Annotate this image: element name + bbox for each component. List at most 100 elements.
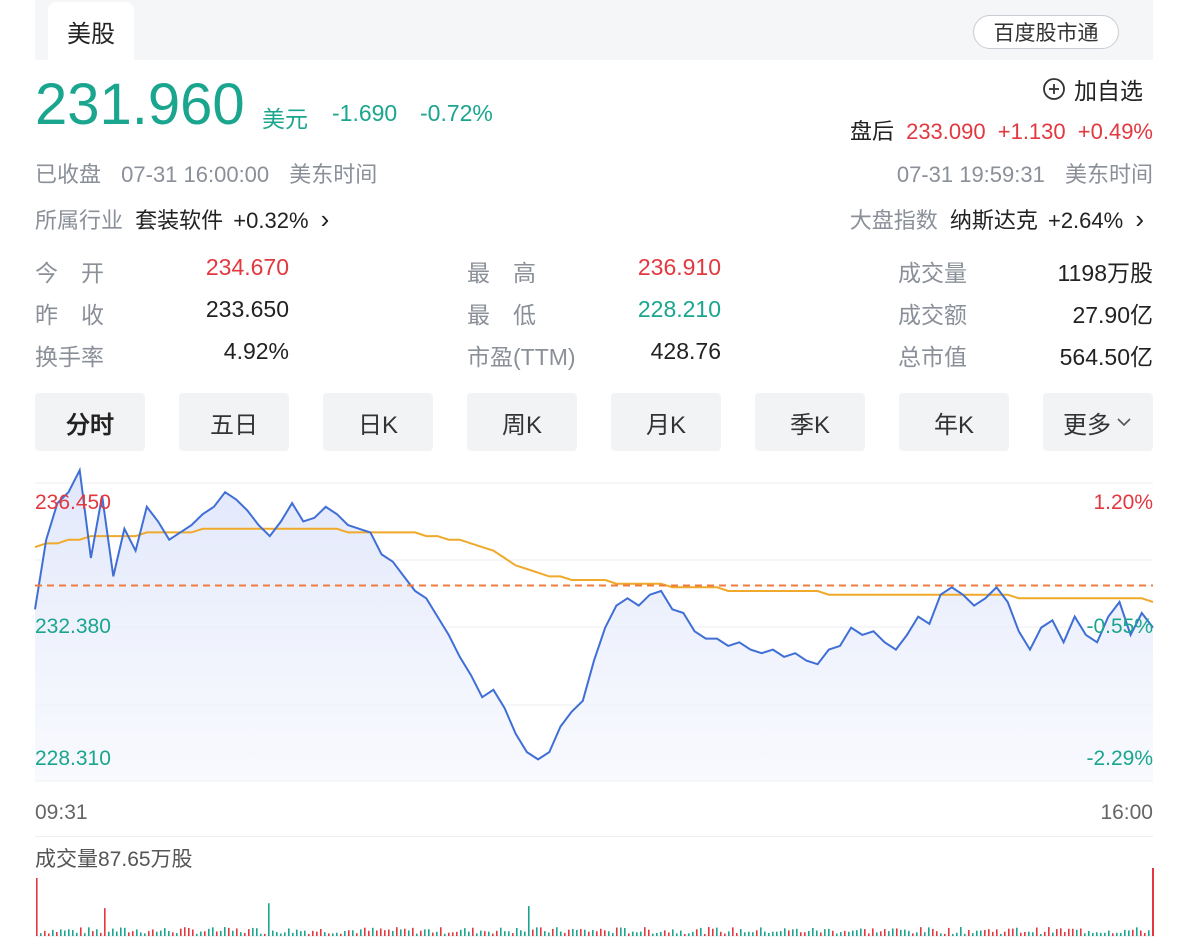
baidu-stock-button[interactable]: 百度股市通 <box>973 15 1119 49</box>
volume-bar <box>36 878 38 936</box>
volume-bar <box>484 931 486 936</box>
tab-yearly-k[interactable]: 年K <box>899 393 1009 451</box>
volume-bar <box>596 931 598 936</box>
tab-daily-k[interactable]: 日K <box>323 393 433 451</box>
volume-bar <box>316 931 318 936</box>
market-tab-us[interactable]: 美股 <box>48 2 134 60</box>
volume-bar <box>1084 933 1086 936</box>
volume-bar <box>964 933 966 936</box>
after-hours-change: +1.130 <box>997 119 1066 144</box>
volume-bar <box>648 929 650 936</box>
volume-bar <box>816 930 818 936</box>
volume-bar <box>1056 929 1058 936</box>
volume-bar <box>856 930 858 936</box>
volume-bar <box>60 929 62 936</box>
volume-bar <box>196 933 198 936</box>
volume-bar <box>792 929 794 936</box>
volume-bar <box>268 903 270 936</box>
volume-bar <box>1148 930 1150 936</box>
volume-bar <box>276 932 278 936</box>
volume-bar <box>1024 931 1026 936</box>
volume-bar <box>548 932 550 936</box>
volume-bar <box>896 928 898 936</box>
volume-bar <box>820 932 822 936</box>
tab-more-label: 更多 <box>1063 411 1111 439</box>
volume-bar <box>1152 868 1154 936</box>
index-link[interactable]: 大盘指数 纳斯达克 +2.64% › <box>850 203 1144 235</box>
volume-bar <box>372 927 374 936</box>
volume-bar <box>900 929 902 936</box>
volume-bar <box>92 931 94 936</box>
volume-bar <box>832 930 834 936</box>
tab-quarterly-k[interactable]: 季K <box>755 393 865 451</box>
add-watchlist-button[interactable]: 加自选 <box>1042 72 1143 106</box>
volume-bar <box>144 933 146 936</box>
volume-bar <box>1104 932 1106 936</box>
tab-monthly-k[interactable]: 月K <box>611 393 721 451</box>
industry-link[interactable]: 所属行业 套装软件 +0.32% › <box>35 203 329 235</box>
volume-bar <box>804 932 806 936</box>
volume-bar <box>516 928 518 936</box>
volume-bar <box>216 931 218 936</box>
volume-bar <box>680 930 682 936</box>
volume-bar <box>504 931 506 936</box>
x-label-start: 09:31 <box>35 801 88 824</box>
volume-bar <box>292 932 294 936</box>
volume-bar <box>452 932 454 936</box>
tab-weekly-k[interactable]: 周K <box>467 393 577 451</box>
intraday-chart[interactable]: 236.450 232.380 228.310 1.20% -0.55% -2.… <box>0 465 1202 825</box>
volume-bar <box>812 927 814 936</box>
volume-bar <box>88 927 90 936</box>
tab-five-day[interactable]: 五日 <box>179 393 289 451</box>
volume-bar <box>260 933 262 936</box>
volume-bar <box>660 931 662 936</box>
volume-bar <box>396 927 398 936</box>
tab-more[interactable]: 更多 <box>1043 393 1153 451</box>
volume-bar <box>40 933 42 936</box>
volume-bar <box>1136 927 1138 936</box>
volume-bar <box>572 929 574 936</box>
volume-bar <box>1012 928 1014 936</box>
volume-bar <box>356 933 358 936</box>
volume-bar <box>752 932 754 936</box>
volume-bar <box>228 927 230 936</box>
volume-bar <box>160 930 162 936</box>
volume-bar <box>532 929 534 936</box>
volume-bar <box>476 933 478 936</box>
volume-bar <box>204 931 206 936</box>
volume-bar <box>424 929 426 936</box>
volume-bar <box>320 928 322 936</box>
volume-bar <box>100 932 102 936</box>
volume-bar <box>540 927 542 936</box>
volume-bar <box>324 932 326 936</box>
volume-bar <box>624 927 626 936</box>
y-label-mid: 232.380 <box>35 615 111 638</box>
volume-bar <box>96 929 98 936</box>
volume-bar <box>1124 929 1126 936</box>
volume-bar <box>1140 930 1142 936</box>
volume-bar <box>592 930 594 936</box>
currency-label: 美元 <box>262 106 308 132</box>
volume-bar <box>932 928 934 936</box>
volume-bar <box>672 929 674 936</box>
volume-bar <box>728 931 730 936</box>
volume-bar <box>256 928 258 936</box>
volume-bar <box>784 928 786 936</box>
volume-bar <box>1144 932 1146 936</box>
stat-label: 换手率 <box>35 344 104 370</box>
volume-bar <box>656 932 658 936</box>
volume-bar <box>980 930 982 936</box>
volume-bar <box>360 929 362 936</box>
price-change-pct: -0.72% <box>420 100 493 126</box>
volume-bar <box>948 927 950 936</box>
volume-bar <box>788 930 790 936</box>
market-state: 已收盘 <box>35 162 102 187</box>
volume-bar <box>332 933 334 936</box>
volume-bar <box>200 931 202 936</box>
market-status: 已收盘 07-31 16:00:00 美东时间 <box>35 157 377 189</box>
volume-bar <box>440 927 442 936</box>
volume-bar <box>296 929 298 936</box>
tab-intraday[interactable]: 分时 <box>35 393 145 451</box>
volume-bar <box>412 927 414 936</box>
volume-bar <box>644 927 646 936</box>
